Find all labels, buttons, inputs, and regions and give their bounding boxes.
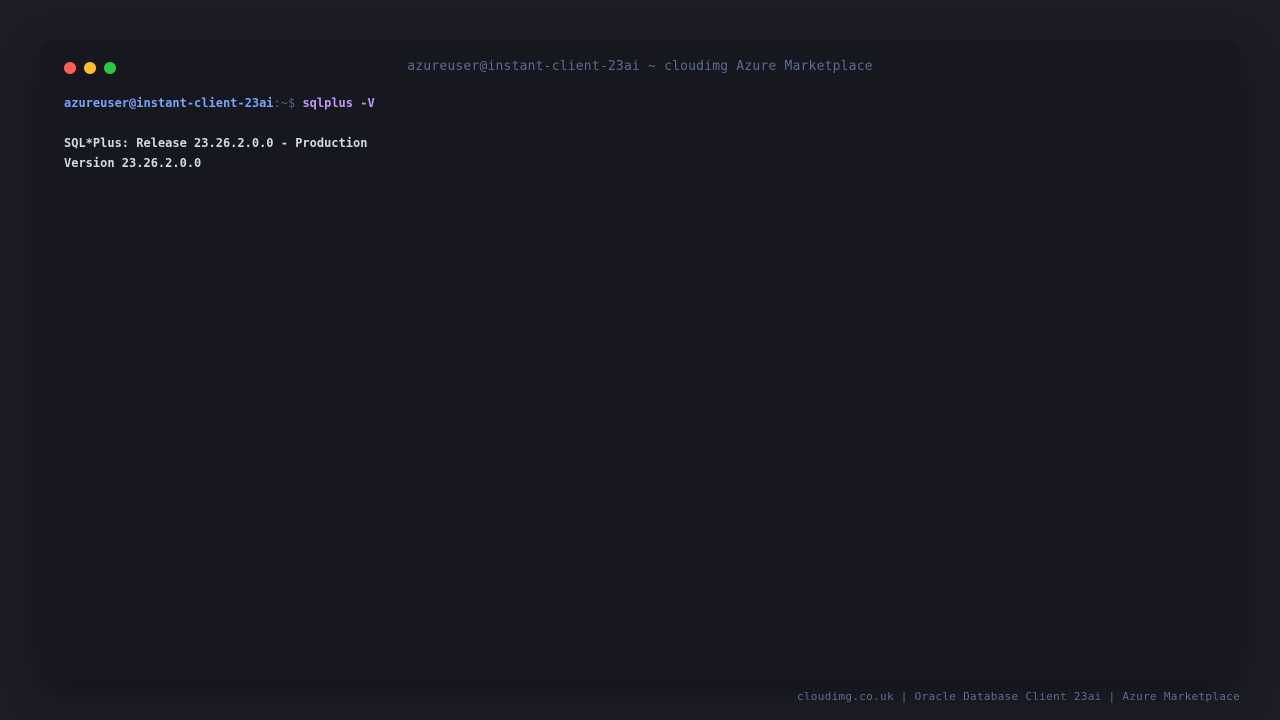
- terminal-output[interactable]: azureuser@instant-client-23ai:~$ sqlplus…: [64, 93, 1216, 173]
- prompt-line: azureuser@instant-client-23ai:~$ sqlplus…: [64, 93, 1216, 113]
- output-line: Version 23.26.2.0.0: [64, 156, 202, 170]
- command-text: sqlplus -V: [302, 96, 375, 110]
- prompt-user-host: azureuser@instant-client-23ai: [64, 96, 274, 110]
- prompt-path: :~$: [273, 96, 296, 110]
- terminal-window[interactable]: azureuser@instant-client-23ai ~ cloudimg…: [40, 40, 1240, 682]
- window-title: azureuser@instant-client-23ai ~ cloudimg…: [407, 59, 873, 74]
- footer-caption: cloudimg.co.uk | Oracle Database Client …: [796, 690, 1240, 703]
- output-line: SQL*Plus: Release 23.26.2.0.0 - Producti…: [64, 136, 368, 150]
- title-bar: azureuser@instant-client-23ai ~ cloudimg…: [40, 40, 1240, 96]
